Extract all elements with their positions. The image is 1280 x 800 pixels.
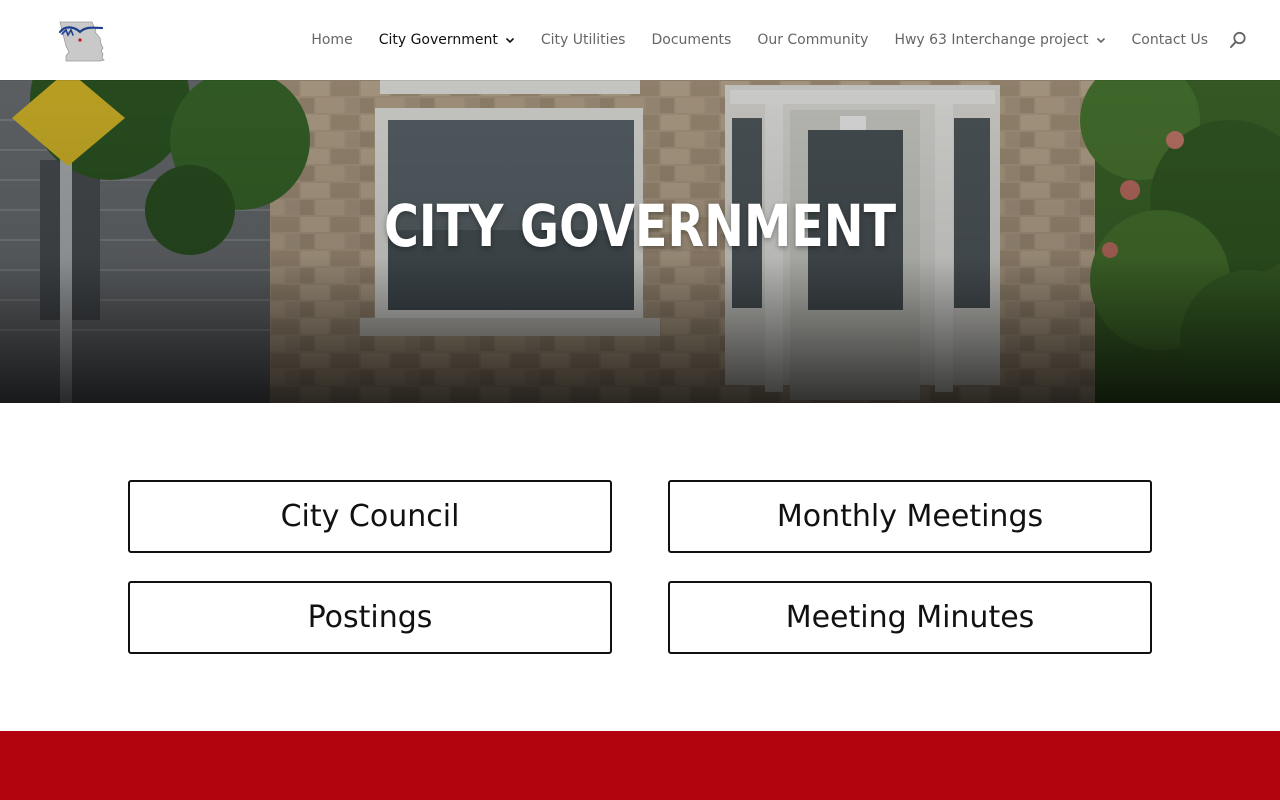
site-logo[interactable] bbox=[56, 18, 108, 64]
nav-item-label: City Utilities bbox=[540, 32, 626, 48]
chevron-down-icon bbox=[505, 37, 514, 44]
nav-item-label: Our Community bbox=[757, 32, 869, 48]
city-council-button[interactable]: City Council bbox=[128, 480, 612, 553]
hero-banner: CITY GOVERNMENT bbox=[0, 80, 1280, 403]
nav-item-label: Home bbox=[311, 32, 353, 48]
search-icon[interactable] bbox=[1229, 31, 1247, 49]
missouri-state-logo-icon bbox=[58, 21, 105, 62]
nav-item-documents[interactable]: Documents bbox=[651, 32, 731, 48]
chevron-down-icon bbox=[1096, 37, 1105, 44]
site-header: Home City Government City Utilities Docu… bbox=[0, 0, 1280, 80]
monthly-meetings-button[interactable]: Monthly Meetings bbox=[668, 480, 1152, 553]
postings-button[interactable]: Postings bbox=[128, 581, 612, 654]
nav-item-label: Contact Us bbox=[1131, 32, 1208, 48]
page-title: CITY GOVERNMENT bbox=[383, 192, 897, 260]
nav-item-city-government[interactable]: City Government bbox=[379, 32, 515, 48]
nav-item-city-utilities[interactable]: City Utilities bbox=[541, 32, 626, 48]
nav-item-contact-us[interactable]: Contact Us bbox=[1132, 32, 1208, 48]
nav-item-label: Hwy 63 Interchange project bbox=[894, 32, 1089, 48]
nav-item-home[interactable]: Home bbox=[311, 32, 352, 48]
city-government-links: City Council Monthly Meetings Postings M… bbox=[128, 480, 1152, 654]
main-nav: Home City Government City Utilities Docu… bbox=[311, 0, 1208, 80]
nav-item-hwy-63-interchange[interactable]: Hwy 63 Interchange project bbox=[894, 32, 1105, 48]
meeting-minutes-button[interactable]: Meeting Minutes bbox=[668, 581, 1152, 654]
nav-item-our-community[interactable]: Our Community bbox=[757, 32, 868, 48]
nav-item-label: Documents bbox=[651, 32, 732, 48]
footer-band bbox=[0, 731, 1280, 800]
nav-item-label: City Government bbox=[378, 32, 498, 48]
